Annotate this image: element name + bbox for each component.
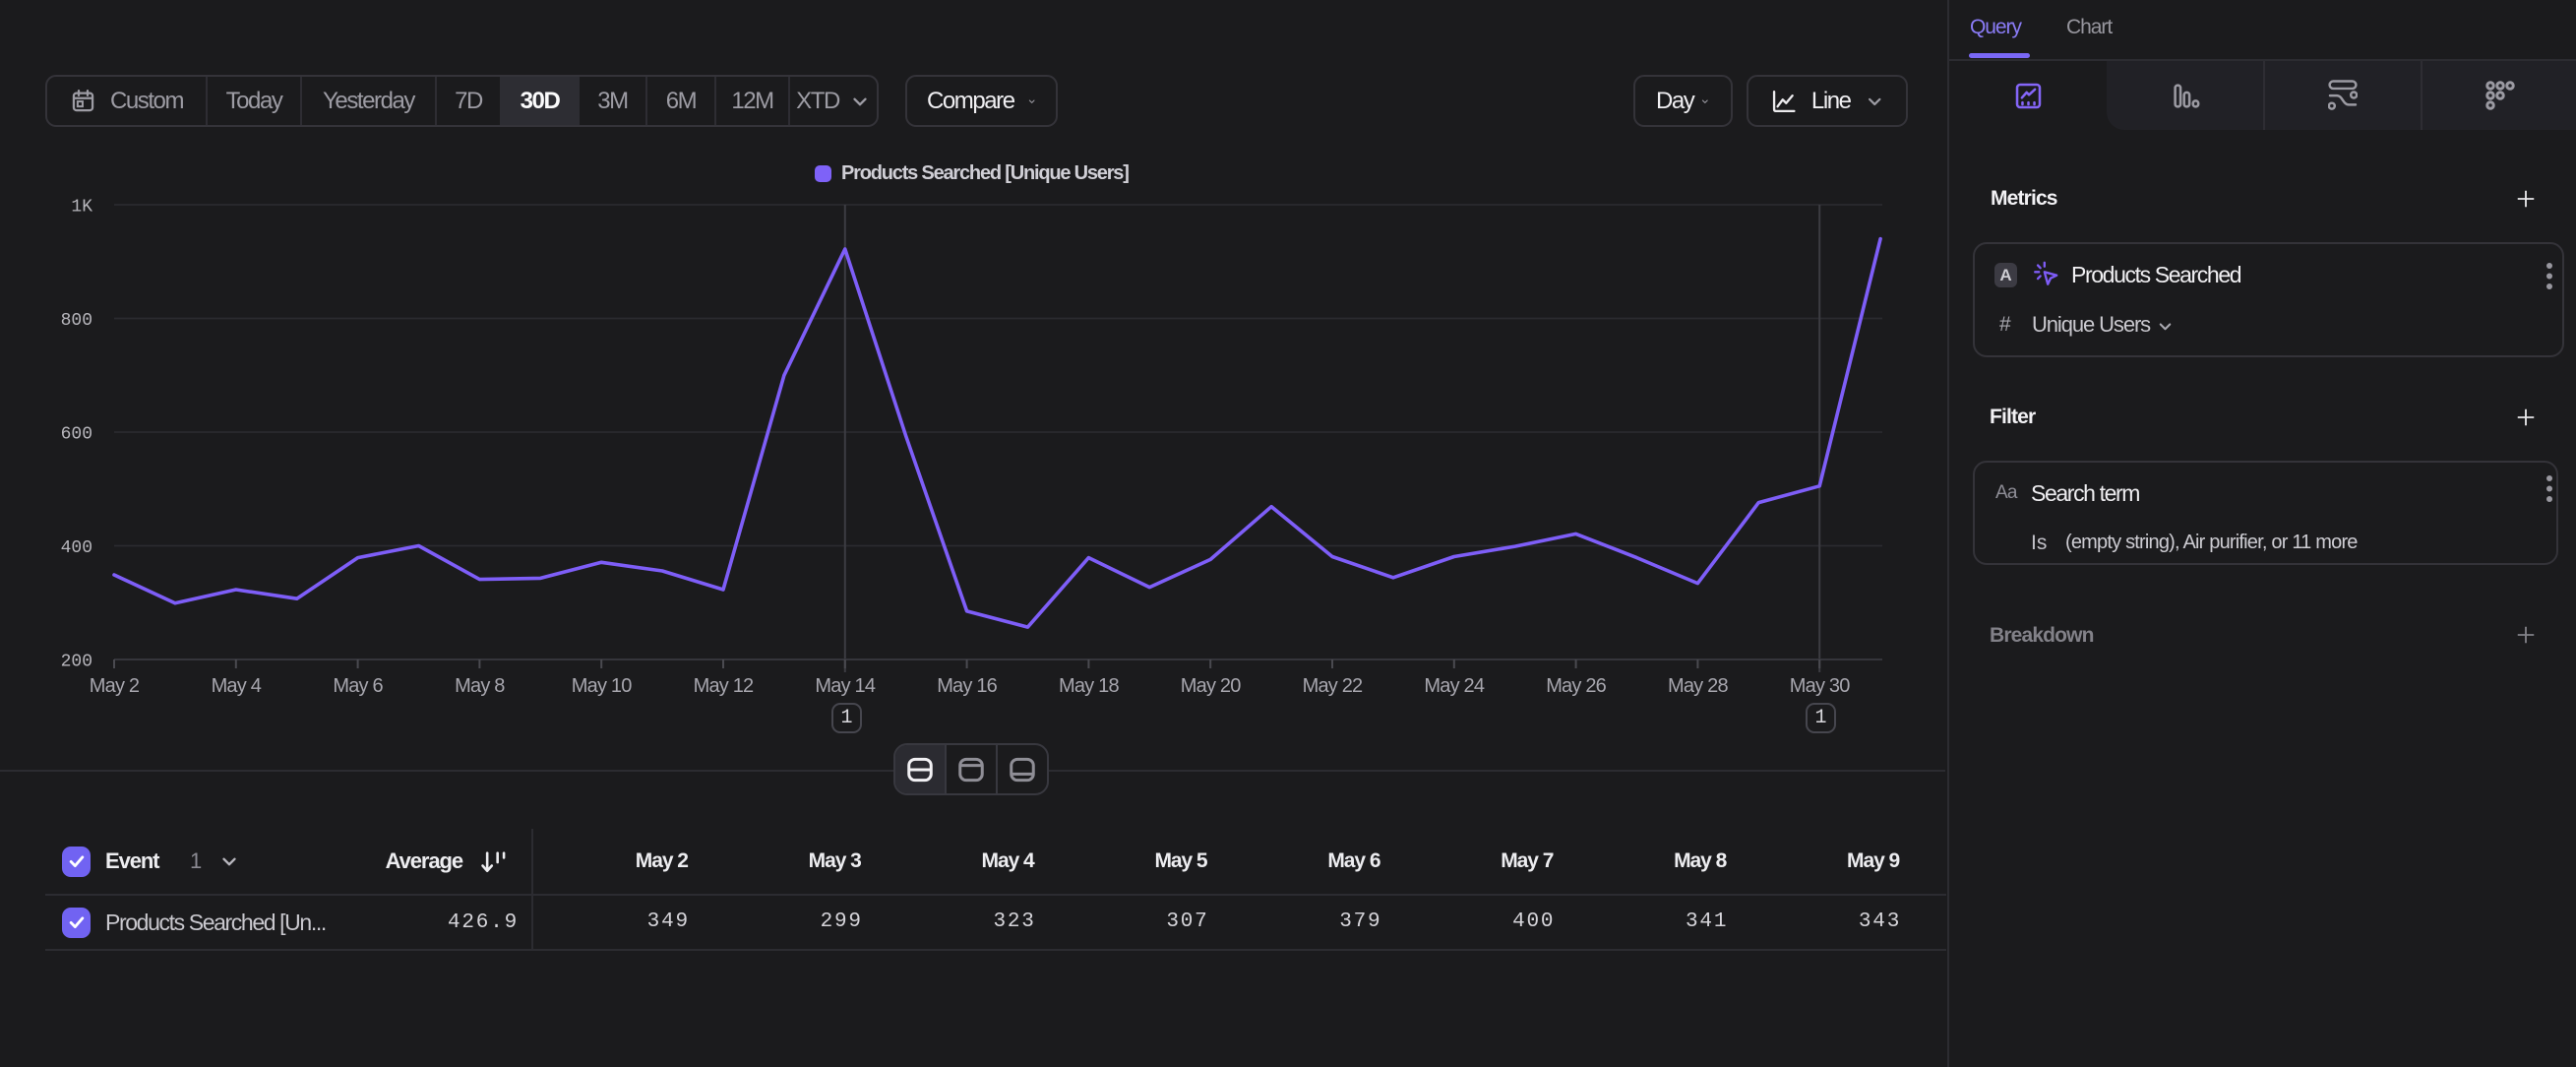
- svg-text:May 2: May 2: [90, 675, 140, 697]
- svg-text:1K: 1K: [71, 198, 92, 218]
- svg-text:400: 400: [61, 538, 92, 558]
- svg-text:May 18: May 18: [1059, 675, 1119, 697]
- svg-text:May 24: May 24: [1424, 675, 1484, 697]
- svg-text:May 28: May 28: [1668, 675, 1728, 697]
- svg-text:600: 600: [61, 425, 92, 445]
- svg-text:May 10: May 10: [572, 675, 632, 697]
- svg-text:200: 200: [61, 653, 92, 672]
- svg-text:May 22: May 22: [1303, 675, 1363, 697]
- svg-text:May 16: May 16: [937, 675, 997, 697]
- svg-text:May 20: May 20: [1181, 675, 1241, 697]
- svg-text:May 26: May 26: [1546, 675, 1606, 697]
- svg-text:May 14: May 14: [815, 675, 875, 697]
- svg-text:May 8: May 8: [455, 675, 505, 697]
- svg-text:May 30: May 30: [1790, 675, 1850, 697]
- svg-text:May 6: May 6: [333, 675, 383, 697]
- svg-text:May 4: May 4: [212, 675, 262, 697]
- svg-text:May 12: May 12: [694, 675, 754, 697]
- svg-text:800: 800: [61, 311, 92, 331]
